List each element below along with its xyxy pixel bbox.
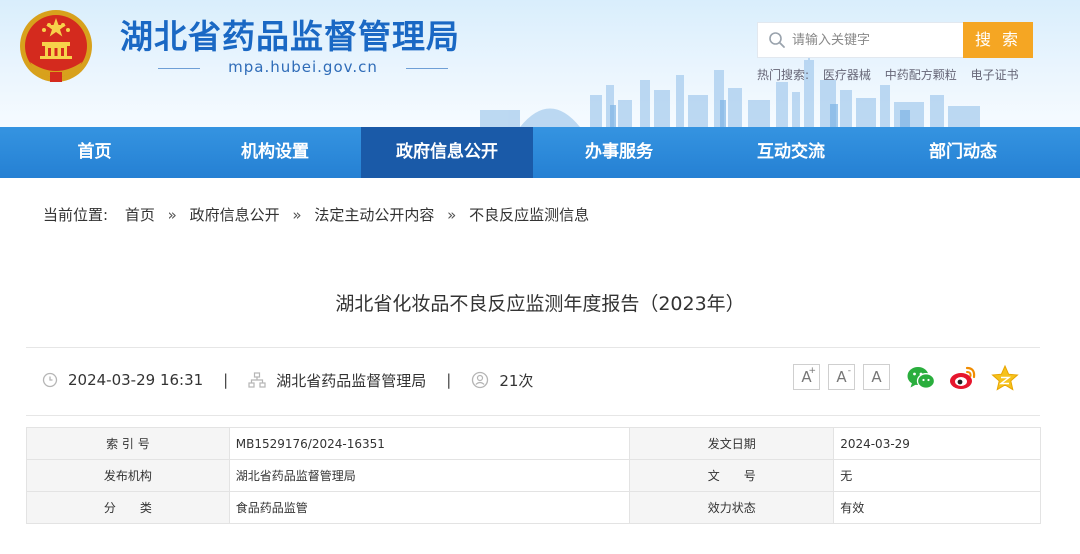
breadcrumb-adr-info[interactable]: 不良反应监测信息: [469, 206, 589, 224]
font-size-controls: A + A- A: [793, 364, 890, 390]
breadcrumb-home[interactable]: 首页: [125, 206, 155, 224]
label-publisher: 发布机构: [26, 459, 230, 492]
font-decrease-button[interactable]: A-: [828, 364, 855, 390]
breadcrumb-label: 当前位置:: [43, 206, 109, 224]
value-index-number: MB1529176/2024-16351: [228, 427, 631, 460]
article-title: 湖北省化妆品不良反应监测年度报告（2023年）: [335, 293, 745, 315]
value-category: 食品药品监管: [228, 491, 631, 524]
user-icon: [472, 371, 489, 389]
publisher: 湖北省药品监督管理局: [276, 371, 427, 390]
font-decrease-label: A: [836, 368, 847, 386]
breadcrumb-separator: »: [292, 206, 302, 224]
nav-item-organization[interactable]: 机构设置: [189, 127, 361, 178]
main-nav: 首页 机构设置 政府信息公开 办事服务 互动交流 部门动态: [0, 127, 1080, 178]
label-validity: 效力状态: [629, 491, 835, 524]
breadcrumb-gov-info[interactable]: 政府信息公开: [190, 206, 280, 224]
search-box: [757, 22, 963, 58]
label-category: 分 类: [26, 491, 230, 524]
value-validity: 有效: [833, 491, 1041, 524]
nav-item-interaction[interactable]: 互动交流: [705, 127, 877, 178]
value-issue-date: 2024-03-29: [833, 427, 1041, 460]
site-header: 湖北省药品监督管理局 mpa.hubei.gov.cn 搜 索 热门搜索: 医疗…: [0, 0, 1080, 127]
hot-link-e-certificate[interactable]: 电子证书: [971, 68, 1019, 82]
clock-icon: [42, 372, 58, 388]
breadcrumb-statutory[interactable]: 法定主动公开内容: [314, 206, 434, 224]
font-increase-button[interactable]: A +: [793, 364, 820, 390]
weibo-icon[interactable]: [948, 364, 978, 392]
site-domain: mpa.hubei.gov.cn: [158, 58, 448, 80]
national-emblem-icon: [20, 10, 92, 82]
label-index-number: 索 引 号: [26, 427, 230, 460]
meta-divider: |: [446, 371, 452, 389]
publish-datetime: 2024-03-29 16:31: [68, 371, 204, 389]
share-bar: [906, 364, 1020, 392]
hot-search-label: 热门搜索:: [757, 68, 810, 82]
article-meta: 2024-03-29 16:31 | 湖北省药品监督管理局 | 21次: [42, 368, 533, 392]
breadcrumb: 当前位置: 首页 » 政府信息公开 » 法定主动公开内容 » 不良反应监测信息: [43, 204, 589, 225]
table-row: 发布机构 湖北省药品监督管理局 文 号 无: [26, 459, 1041, 492]
search-input[interactable]: [792, 30, 957, 50]
nav-item-home[interactable]: 首页: [0, 127, 189, 178]
org-icon: [248, 372, 266, 388]
label-doc-number: 文 号: [629, 459, 835, 492]
search-button[interactable]: 搜 索: [963, 22, 1033, 58]
label-issue-date: 发文日期: [629, 427, 835, 460]
document-info-table: 索 引 号 MB1529176/2024-16351 发文日期 2024-03-…: [26, 427, 1041, 524]
nav-item-gov-info[interactable]: 政府信息公开: [361, 127, 533, 178]
table-row: 分 类 食品药品监管 效力状态 有效: [26, 491, 1041, 524]
meta-divider: |: [223, 371, 229, 389]
hot-link-medical-devices[interactable]: 医疗器械: [823, 68, 871, 82]
view-count: 21次: [499, 371, 534, 390]
search-icon: [769, 32, 785, 48]
table-row: 索 引 号 MB1529176/2024-16351 发文日期 2024-03-…: [26, 427, 1041, 460]
breadcrumb-separator: »: [447, 206, 457, 224]
font-reset-button[interactable]: A: [863, 364, 890, 390]
hot-search: 热门搜索: 医疗器械 中药配方颗粒 电子证书: [757, 66, 1029, 83]
value-doc-number: 无: [833, 459, 1041, 492]
hot-link-tcm-granules[interactable]: 中药配方颗粒: [885, 68, 957, 82]
favorite-star-icon[interactable]: [990, 364, 1020, 392]
nav-item-news[interactable]: 部门动态: [877, 127, 1049, 178]
nav-item-services[interactable]: 办事服务: [533, 127, 705, 178]
site-title: 湖北省药品监督管理局: [120, 17, 460, 56]
breadcrumb-separator: »: [167, 206, 177, 224]
font-reset-label: A: [871, 368, 882, 386]
divider: [26, 415, 1040, 416]
value-publisher: 湖北省药品监督管理局: [228, 459, 631, 492]
divider: [26, 347, 1040, 348]
wechat-icon[interactable]: [906, 364, 936, 392]
site-domain-text: mpa.hubei.gov.cn: [228, 58, 378, 76]
meta-source: 湖北省药品监督管理局: [248, 370, 426, 391]
meta-views: 21次: [471, 370, 533, 391]
meta-datetime: 2024-03-29 16:31: [42, 371, 203, 389]
